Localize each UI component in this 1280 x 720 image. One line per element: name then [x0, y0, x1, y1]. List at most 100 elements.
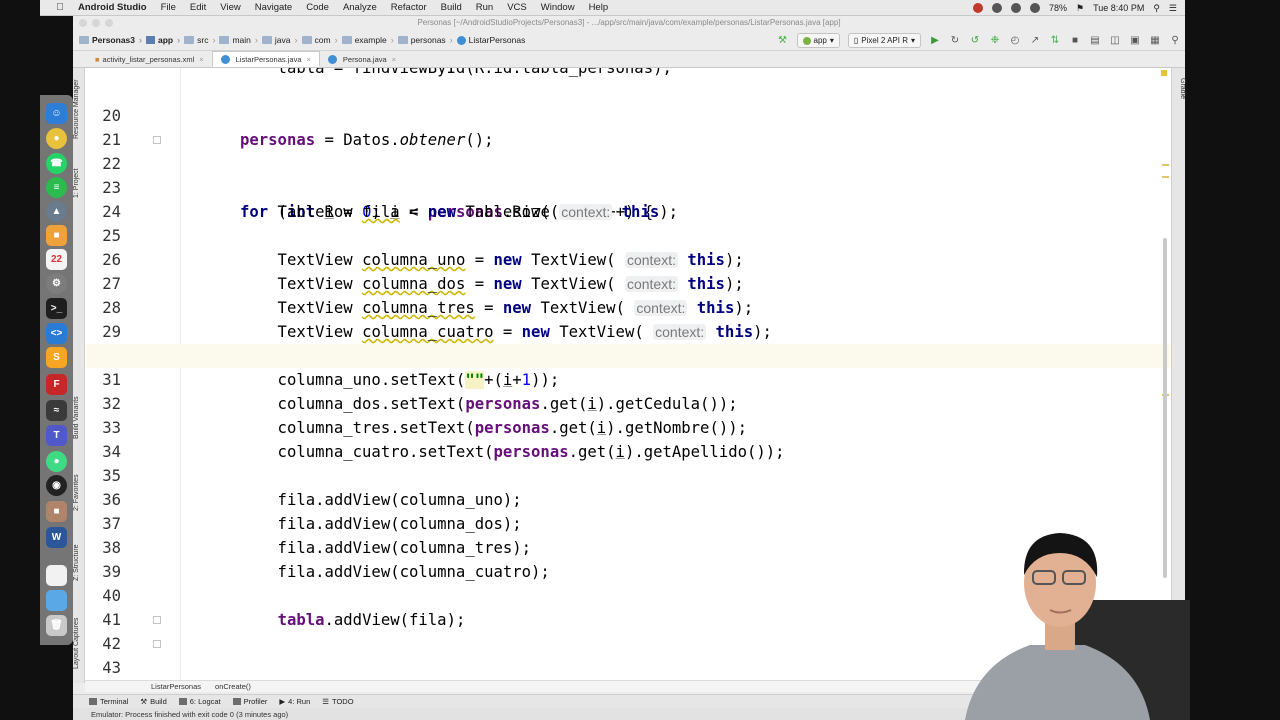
- launchpad-icon[interactable]: ▲: [46, 201, 67, 222]
- menu-build[interactable]: Build: [441, 2, 462, 13]
- flag-icon[interactable]: ⚑: [1076, 3, 1084, 14]
- record-icon[interactable]: [973, 3, 984, 13]
- menu-code[interactable]: Code: [306, 2, 329, 13]
- books-icon[interactable]: ■: [46, 225, 67, 246]
- device-select[interactable]: ▯ Pixel 2 API R ▾: [847, 33, 921, 48]
- breadcrumb-java[interactable]: java ›: [261, 35, 302, 45]
- tool-favorites[interactable]: 2: Favorites: [73, 468, 85, 518]
- run-config-select[interactable]: app ▾: [796, 33, 840, 48]
- run-icon[interactable]: ▶: [929, 35, 941, 47]
- cloud-icon[interactable]: [992, 3, 1003, 13]
- spotlight-icon[interactable]: ⚲: [1153, 3, 1160, 14]
- tool-project[interactable]: 1: Project: [73, 158, 85, 208]
- tool-terminal[interactable]: Terminal: [89, 697, 128, 706]
- editor-breadcrumb-class[interactable]: ListarPersonas: [151, 682, 201, 691]
- system-preferences-icon[interactable]: ⚙: [46, 273, 67, 294]
- activity-monitor-icon[interactable]: ≈: [46, 400, 67, 421]
- sync-gradle-icon[interactable]: ⇅: [1049, 35, 1061, 47]
- profile-icon[interactable]: ◴: [1009, 35, 1021, 47]
- spotify-icon[interactable]: ≡: [46, 177, 67, 198]
- search-icon[interactable]: ⚲: [1169, 35, 1181, 47]
- menu-list-icon[interactable]: ☰: [1169, 3, 1177, 14]
- menu-help[interactable]: Help: [589, 2, 609, 13]
- tab-activity-xml[interactable]: ■ activity_listar_personas.xml ×: [87, 51, 212, 67]
- breadcrumb-main[interactable]: main ›: [219, 35, 261, 45]
- menu-window[interactable]: Window: [541, 2, 575, 13]
- close-tab-icon[interactable]: ×: [307, 55, 311, 64]
- breadcrumb-src[interactable]: src ›: [184, 35, 219, 45]
- vscode-icon[interactable]: <>: [46, 323, 67, 344]
- teams-icon[interactable]: T: [46, 425, 67, 446]
- project-structure-icon[interactable]: ▦: [1149, 35, 1161, 47]
- attach-debugger-icon[interactable]: ↗: [1029, 35, 1041, 47]
- menu-refactor[interactable]: Refactor: [391, 2, 427, 13]
- tool-todo[interactable]: ☰ TODO: [322, 697, 353, 706]
- clock[interactable]: Tue 8:40 PM: [1093, 3, 1144, 13]
- menu-edit[interactable]: Edit: [190, 2, 206, 13]
- sublime-icon[interactable]: S: [46, 347, 67, 368]
- downloads-folder-icon[interactable]: [46, 590, 67, 611]
- tool-layout-captures[interactable]: Layout Captures: [73, 608, 85, 678]
- tool-resource-manager[interactable]: Resource Manager: [73, 74, 85, 144]
- layout-inspector-icon[interactable]: ▣: [1129, 35, 1141, 47]
- fold-marker-icon[interactable]: [153, 640, 161, 648]
- filezilla-icon[interactable]: F: [46, 374, 67, 395]
- tab-listar-personas[interactable]: ListarPersonas.java ×: [211, 51, 320, 67]
- sdk-manager-icon[interactable]: ◫: [1109, 35, 1121, 47]
- hammer-icon[interactable]: ⚒: [777, 35, 789, 47]
- inspection-status-icon[interactable]: [1161, 70, 1167, 76]
- finder-icon[interactable]: ☺: [46, 103, 67, 124]
- photo-icon[interactable]: ■: [46, 501, 67, 522]
- tool-build-variants[interactable]: Build Variants: [73, 388, 85, 448]
- apple-icon[interactable]: : [52, 2, 68, 13]
- debug-icon[interactable]: ❉: [989, 35, 1001, 47]
- status-message[interactable]: Emulator: Process finished with exit cod…: [91, 710, 288, 719]
- minimize-window-button[interactable]: [92, 19, 100, 27]
- apply-changes-icon[interactable]: ↻: [949, 35, 961, 47]
- whatsapp-icon[interactable]: ☎: [46, 153, 67, 174]
- document-icon[interactable]: [46, 565, 67, 586]
- apply-code-changes-icon[interactable]: ↺: [969, 35, 981, 47]
- close-tab-icon[interactable]: ×: [199, 55, 203, 64]
- breadcrumb-com[interactable]: com ›: [301, 35, 342, 45]
- breadcrumb-module[interactable]: app ›: [146, 35, 184, 45]
- sync-icon[interactable]: [1011, 3, 1022, 13]
- stop-icon[interactable]: ■: [1069, 35, 1081, 47]
- trash-icon[interactable]: 🗑: [46, 615, 67, 636]
- word-icon[interactable]: W: [46, 527, 67, 548]
- menu-app[interactable]: Android Studio: [78, 2, 147, 13]
- breadcrumb-class[interactable]: ListarPersonas: [456, 35, 525, 45]
- menu-navigate[interactable]: Navigate: [255, 2, 293, 13]
- chrome-icon[interactable]: ●: [46, 128, 67, 149]
- fold-marker-icon[interactable]: [153, 136, 161, 144]
- menu-run[interactable]: Run: [476, 2, 493, 13]
- menu-vcs[interactable]: VCS: [507, 2, 527, 13]
- tool-gradle[interactable]: Gradle: [1174, 74, 1186, 104]
- fold-marker-icon[interactable]: [153, 616, 161, 624]
- calendar-icon[interactable]: 22: [46, 249, 67, 270]
- breadcrumb-project[interactable]: Personas3 ›: [79, 35, 146, 45]
- tool-structure[interactable]: Z: Structure: [73, 538, 85, 588]
- terminal-icon[interactable]: >_: [46, 298, 67, 319]
- battery-level[interactable]: 78%: [1049, 3, 1067, 13]
- warning-marker[interactable]: [1162, 176, 1169, 178]
- tool-logcat[interactable]: 6: Logcat: [178, 697, 221, 706]
- warning-marker[interactable]: [1162, 164, 1169, 166]
- android-studio-icon[interactable]: ●: [46, 451, 67, 472]
- editor-breadcrumb-method[interactable]: onCreate(): [215, 682, 251, 691]
- tab-persona[interactable]: Persona.java ×: [320, 51, 404, 67]
- breadcrumb-example[interactable]: example ›: [341, 35, 398, 45]
- tool-run[interactable]: ▶ 4: Run: [279, 697, 310, 706]
- obs-icon[interactable]: ◉: [46, 475, 67, 496]
- menu-analyze[interactable]: Analyze: [343, 2, 377, 13]
- tool-build[interactable]: ⚒ Build: [140, 697, 166, 706]
- avd-manager-icon[interactable]: ▤: [1089, 35, 1101, 47]
- zoom-window-button[interactable]: [105, 19, 113, 27]
- close-window-button[interactable]: [79, 19, 87, 27]
- wifi-icon[interactable]: [1030, 3, 1041, 13]
- tool-profiler[interactable]: Profiler: [232, 697, 267, 706]
- menu-file[interactable]: File: [161, 2, 176, 13]
- breadcrumb-personas[interactable]: personas ›: [397, 35, 457, 45]
- menu-view[interactable]: View: [220, 2, 240, 13]
- close-tab-icon[interactable]: ×: [392, 55, 396, 64]
